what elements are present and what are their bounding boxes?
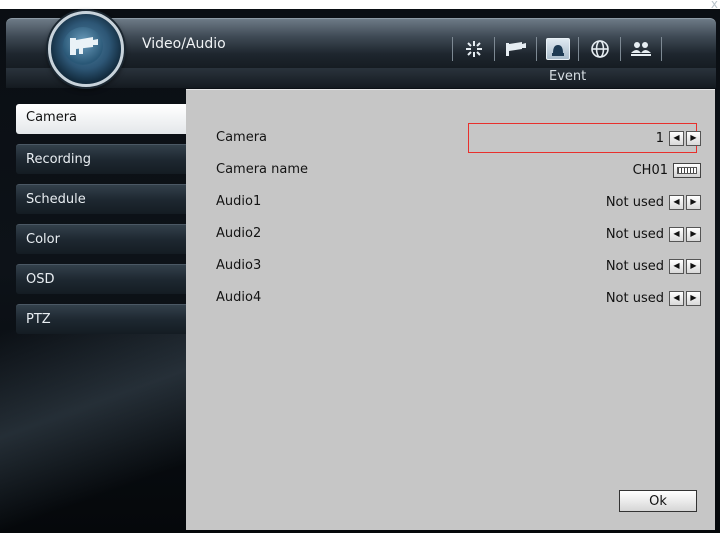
arrow-right-icon[interactable]: ▶ (686, 194, 701, 210)
top-strip (0, 0, 720, 9)
setting-value-text: Not used (605, 226, 664, 242)
arrow-right-icon[interactable]: ▶ (686, 130, 701, 146)
sidebar-item-ptz[interactable]: PTZ (16, 304, 186, 334)
decorative-swoosh (0, 330, 190, 530)
arrow-right-icon[interactable]: ▶ (686, 290, 701, 306)
camera-icon[interactable] (494, 37, 536, 61)
setting-value: CH01 (633, 160, 701, 180)
close-icon[interactable]: x (711, 0, 718, 11)
users-icon[interactable] (620, 37, 662, 61)
keyboard-icon[interactable] (673, 162, 701, 178)
setting-row-camera-name: Camera name CH01 (216, 158, 701, 182)
setting-row-camera: Camera 1 ◀ ▶ (216, 126, 701, 150)
window-title: Video/Audio (142, 36, 226, 52)
setting-value-text: Not used (605, 290, 664, 306)
setting-value: Not used ◀ ▶ (606, 288, 701, 308)
arrow-right-icon[interactable]: ▶ (686, 258, 701, 274)
sidebar-item-camera[interactable]: Camera (16, 104, 186, 134)
network-globe-icon[interactable] (578, 37, 620, 61)
camera-logo-icon (48, 11, 124, 87)
arrow-left-icon[interactable]: ◀ (669, 226, 684, 242)
arrow-right-icon[interactable]: ▶ (686, 226, 701, 242)
sidebar-item-osd[interactable]: OSD (16, 264, 186, 294)
setting-value: 1 ◀ ▶ (656, 128, 701, 148)
settings-sparkle-icon[interactable] (452, 37, 494, 61)
sidebar: Camera Recording Schedule Color OSD PTZ (16, 104, 186, 344)
setting-label: Audio3 (216, 258, 262, 273)
setting-row-audio3: Audio3 Not used ◀ ▶ (216, 254, 701, 278)
setting-value: Not used ◀ ▶ (606, 224, 701, 244)
setting-row-audio1: Audio1 Not used ◀ ▶ (216, 190, 701, 214)
sidebar-item-recording[interactable]: Recording (16, 144, 186, 174)
video-audio-window: x Video/Audio Event Camera Recording Sch… (0, 0, 720, 533)
arrow-left-icon[interactable]: ◀ (669, 130, 684, 146)
settings-panel: Camera 1 ◀ ▶ Camera name CH01 Audio1 Not… (186, 89, 715, 530)
toolbar-icons (452, 36, 662, 62)
setting-value-text: Not used (605, 194, 664, 210)
setting-value-text: 1 (655, 130, 664, 146)
setting-row-audio4: Audio4 Not used ◀ ▶ (216, 286, 701, 310)
sidebar-item-schedule[interactable]: Schedule (16, 184, 186, 214)
setting-row-audio2: Audio2 Not used ◀ ▶ (216, 222, 701, 246)
setting-label: Audio2 (216, 226, 262, 241)
active-toolbar-label: Event (549, 69, 587, 84)
setting-value: Not used ◀ ▶ (606, 256, 701, 276)
setting-label: Camera (216, 130, 268, 145)
ok-button[interactable]: Ok (619, 490, 697, 512)
setting-label: Audio4 (216, 290, 262, 305)
arrow-left-icon[interactable]: ◀ (669, 258, 684, 274)
arrow-left-icon[interactable]: ◀ (669, 194, 684, 210)
sidebar-item-color[interactable]: Color (16, 224, 186, 254)
setting-value-text: CH01 (632, 162, 668, 178)
event-alarm-icon[interactable] (536, 37, 578, 61)
setting-value-text: Not used (605, 258, 664, 274)
setting-label: Audio1 (216, 194, 262, 209)
setting-value: Not used ◀ ▶ (606, 192, 701, 212)
setting-label: Camera name (216, 162, 309, 177)
arrow-left-icon[interactable]: ◀ (669, 290, 684, 306)
